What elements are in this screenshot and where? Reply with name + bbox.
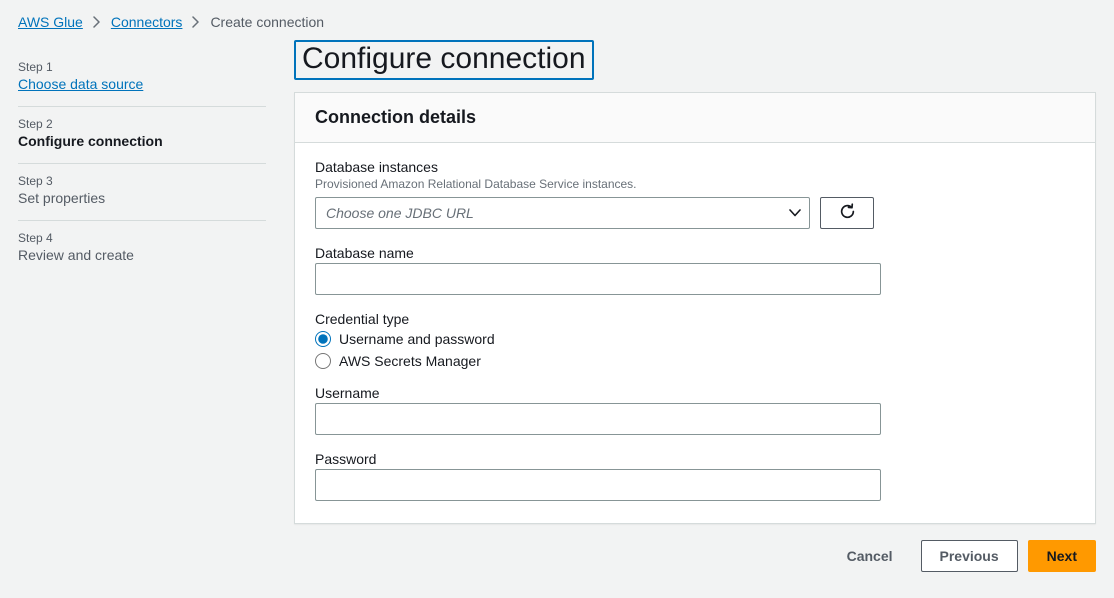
breadcrumb-root[interactable]: AWS Glue	[18, 14, 83, 30]
refresh-icon	[839, 203, 856, 223]
previous-button[interactable]: Previous	[921, 540, 1018, 572]
page-title: Configure connection	[294, 40, 594, 80]
field-database-name: Database name	[315, 245, 1075, 295]
field-password: Password	[315, 451, 1075, 501]
field-username: Username	[315, 385, 1075, 435]
step-number: Step 4	[18, 231, 266, 245]
jdbc-url-select[interactable]: Choose one JDBC URL	[315, 197, 810, 229]
radio-username-password[interactable]: Username and password	[315, 331, 1075, 347]
username-input[interactable]	[315, 403, 881, 435]
radio-label: AWS Secrets Manager	[339, 353, 481, 369]
wizard-steps: Step 1 Choose data source Step 2 Configu…	[18, 36, 266, 572]
radio-input[interactable]	[315, 353, 331, 369]
chevron-right-icon	[93, 16, 101, 28]
step-title[interactable]: Choose data source	[18, 76, 266, 92]
wizard-footer: Cancel Previous Next	[294, 524, 1096, 572]
field-label: Credential type	[315, 311, 1075, 327]
field-label: Database name	[315, 245, 1075, 261]
wizard-step-1[interactable]: Step 1 Choose data source	[18, 50, 266, 106]
breadcrumb-current: Create connection	[210, 14, 324, 30]
select-placeholder: Choose one JDBC URL	[326, 205, 474, 221]
step-title: Review and create	[18, 247, 266, 263]
database-name-input[interactable]	[315, 263, 881, 295]
cancel-button[interactable]: Cancel	[829, 540, 911, 572]
chevron-right-icon	[192, 16, 200, 28]
breadcrumb-connectors[interactable]: Connectors	[111, 14, 183, 30]
breadcrumb: AWS Glue Connectors Create connection	[0, 0, 1114, 36]
next-button[interactable]: Next	[1028, 540, 1096, 572]
password-input[interactable]	[315, 469, 881, 501]
radio-label: Username and password	[339, 331, 495, 347]
step-number: Step 3	[18, 174, 266, 188]
step-number: Step 1	[18, 60, 266, 74]
field-description: Provisioned Amazon Relational Database S…	[315, 177, 1075, 191]
wizard-step-4: Step 4 Review and create	[18, 220, 266, 277]
radio-secrets-manager[interactable]: AWS Secrets Manager	[315, 353, 1075, 369]
field-label: Database instances	[315, 159, 1075, 175]
connection-details-card: Connection details Database instances Pr…	[294, 92, 1096, 524]
wizard-step-2: Step 2 Configure connection	[18, 106, 266, 163]
wizard-step-3: Step 3 Set properties	[18, 163, 266, 220]
radio-input[interactable]	[315, 331, 331, 347]
step-title: Set properties	[18, 190, 266, 206]
field-credential-type: Credential type Username and password AW…	[315, 311, 1075, 369]
caret-down-icon	[789, 209, 801, 217]
card-header: Connection details	[295, 93, 1095, 143]
refresh-button[interactable]	[820, 197, 874, 229]
field-database-instances: Database instances Provisioned Amazon Re…	[315, 159, 1075, 229]
field-label: Username	[315, 385, 1075, 401]
step-title: Configure connection	[18, 133, 266, 149]
step-number: Step 2	[18, 117, 266, 131]
field-label: Password	[315, 451, 1075, 467]
